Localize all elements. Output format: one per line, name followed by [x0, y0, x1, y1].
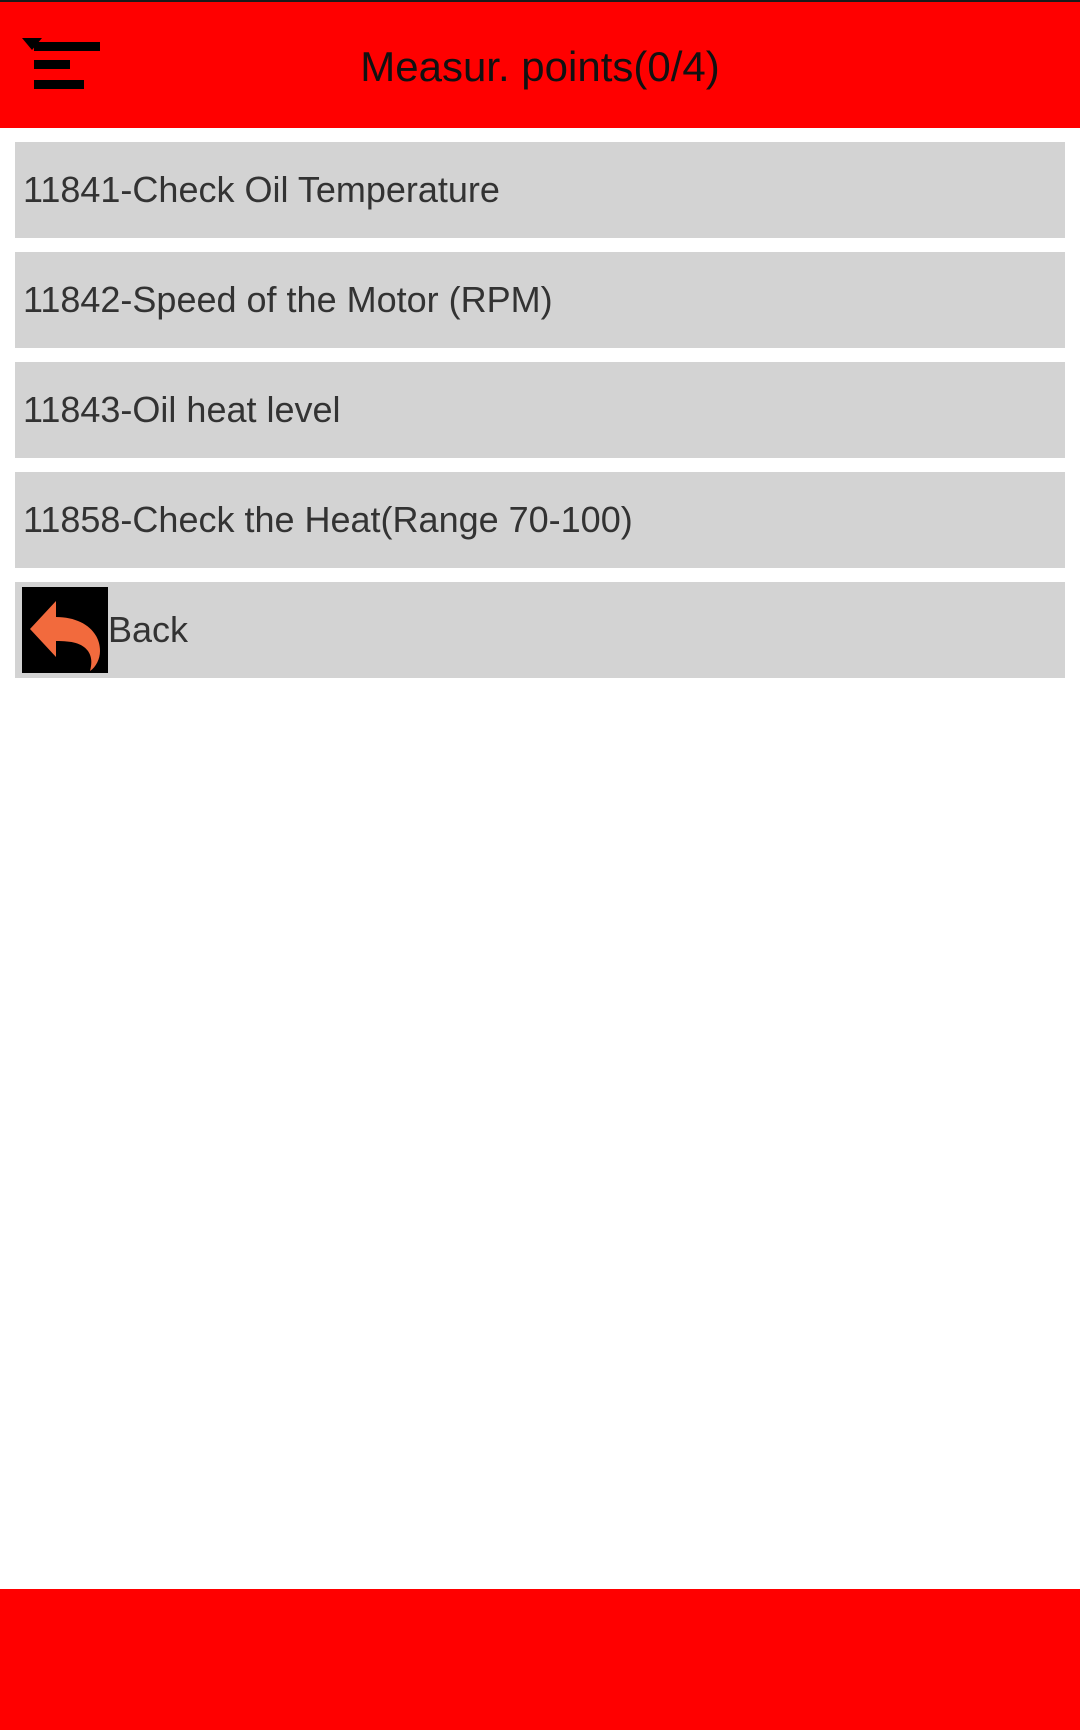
- list-item-measurement-point[interactable]: 11843-Oil heat level: [15, 362, 1065, 458]
- top-app-bar: Measur. points(0/4): [0, 0, 1080, 128]
- page-title: Measur. points(0/4): [360, 43, 720, 90]
- measurement-point-label: 11841-Check Oil Temperature: [23, 169, 500, 210]
- list-item-measurement-point[interactable]: 11858-Check the Heat(Range 70-100): [15, 472, 1065, 568]
- back-label: Back: [108, 609, 189, 650]
- measurement-points-list: 11841-Check Oil Temperature 11842-Speed …: [15, 142, 1065, 692]
- measurement-point-label: 11843-Oil heat level: [23, 389, 341, 430]
- measurement-point-label: 11842-Speed of the Motor (RPM): [23, 279, 553, 320]
- list-item-measurement-point[interactable]: 11842-Speed of the Motor (RPM): [15, 252, 1065, 348]
- back-button[interactable]: Back: [15, 582, 1065, 678]
- back-arrow-icon: [22, 587, 108, 673]
- list-item-measurement-point[interactable]: 11841-Check Oil Temperature: [15, 142, 1065, 238]
- app-screen: Measur. points(0/4) 11841-Check Oil Temp…: [0, 0, 1080, 1730]
- measurement-point-label: 11858-Check the Heat(Range 70-100): [23, 499, 633, 540]
- bottom-bar: [0, 1589, 1080, 1730]
